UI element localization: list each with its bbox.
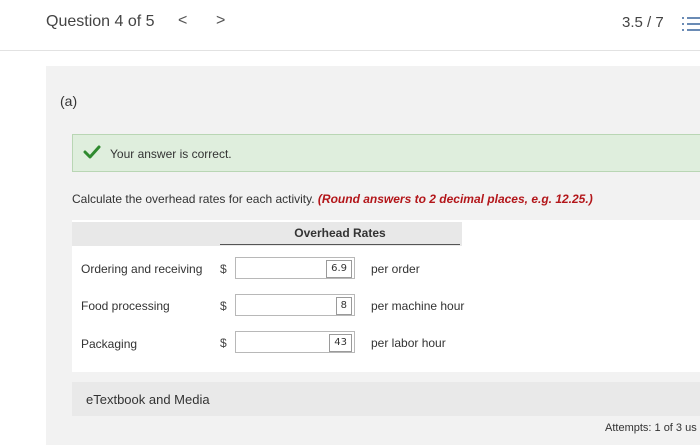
answer-value[interactable]: 6.9 [326, 260, 352, 278]
question-header: Question 4 of 5 < > 3.5 / 7 [0, 0, 700, 51]
rounding-note: (Round answers to 2 decimal places, e.g.… [317, 192, 593, 206]
answer-value[interactable]: 43 [329, 334, 352, 352]
currency-symbol: $ [220, 299, 227, 313]
list-menu-icon[interactable] [682, 16, 700, 32]
column-header-underline [220, 244, 460, 245]
question-label: Question 4 of 5 [46, 13, 155, 30]
feedback-message: Your answer is correct. [110, 147, 232, 161]
previous-question-button[interactable]: < [178, 12, 187, 30]
attempts-counter: Attempts: 1 of 3 us [605, 422, 697, 434]
column-header-overhead-rates: Overhead Rates [294, 226, 386, 240]
unit-label: per labor hour [371, 336, 446, 350]
next-question-button[interactable]: > [216, 12, 225, 30]
part-label: (a) [60, 93, 78, 109]
etextbook-media-link[interactable]: eTextbook and Media [86, 392, 210, 407]
unit-label: per machine hour [371, 299, 465, 313]
answer-field-food-processing[interactable]: 8 [235, 294, 355, 316]
currency-symbol: $ [220, 262, 227, 276]
row-label-packaging: Packaging [81, 337, 138, 351]
row-label-ordering: Ordering and receiving [81, 262, 203, 276]
currency-symbol: $ [220, 336, 227, 350]
check-icon [83, 145, 101, 159]
question-instructions: Calculate the overhead rates for each ac… [72, 192, 593, 206]
instructions-text: Calculate the overhead rates for each ac… [72, 192, 315, 206]
unit-label: per order [371, 262, 420, 276]
answer-field-packaging[interactable]: 43 [235, 331, 355, 353]
correct-feedback-banner: Your answer is correct. [72, 134, 700, 172]
row-label-food-processing: Food processing [81, 299, 170, 313]
answer-field-ordering[interactable]: 6.9 [235, 257, 355, 279]
answer-value[interactable]: 8 [335, 297, 352, 315]
score-display: 3.5 / 7 [622, 14, 664, 31]
